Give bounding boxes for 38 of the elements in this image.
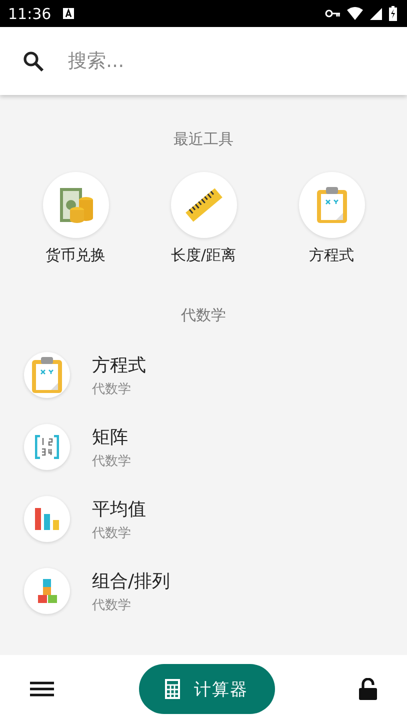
wifi-icon — [347, 7, 363, 20]
tool-icon-circle[interactable] — [42, 172, 108, 238]
matrix-icon — [35, 435, 59, 459]
tool-title[interactable]: 矩阵 — [92, 424, 131, 448]
tool-title[interactable]: 方程式 — [92, 352, 146, 376]
tool-category: 代数学 — [92, 380, 132, 398]
menu-icon[interactable] — [30, 681, 54, 697]
signal-icon — [370, 8, 382, 20]
battery-charging-icon — [389, 6, 397, 21]
tool-title[interactable]: 平均值 — [92, 496, 146, 520]
tool-title[interactable]: 组合/排列 — [92, 568, 170, 592]
clipboard-icon — [31, 356, 63, 394]
key-icon — [325, 9, 340, 18]
tool-label[interactable]: 货币兑换 — [46, 246, 106, 265]
clipboard-icon — [316, 186, 348, 224]
tool-label[interactable]: 长度/距离 — [170, 246, 236, 265]
tool-icon-circle[interactable] — [298, 172, 364, 238]
tool-icon-circle[interactable] — [24, 352, 70, 398]
search-field[interactable]: 搜索... — [66, 40, 391, 82]
section-heading: 代数学 — [180, 305, 227, 325]
number-blocks-icon — [36, 579, 58, 603]
section-heading: 最近工具 — [172, 129, 234, 149]
search-bar[interactable]: 搜索... — [0, 27, 407, 95]
bar-chart-icon — [35, 508, 59, 530]
money-icon — [58, 186, 94, 224]
calculator-button[interactable]: 计算器 — [138, 664, 274, 714]
tool-icon-circle[interactable] — [24, 568, 70, 614]
tool-category: 代数学 — [92, 524, 132, 542]
tool-category: 代数学 — [92, 452, 131, 470]
calculator-icon — [165, 679, 180, 699]
tool-icon-circle[interactable] — [24, 424, 70, 470]
unlocked-lock-icon[interactable] — [359, 678, 377, 700]
tool-icon-circle[interactable] — [24, 496, 70, 542]
tool-category: 代数学 — [92, 596, 132, 614]
search-icon[interactable] — [23, 50, 44, 72]
status-time: 11:36 — [8, 4, 52, 22]
tool-label[interactable]: 方程式 — [309, 246, 354, 265]
notification-icon — [63, 8, 74, 19]
